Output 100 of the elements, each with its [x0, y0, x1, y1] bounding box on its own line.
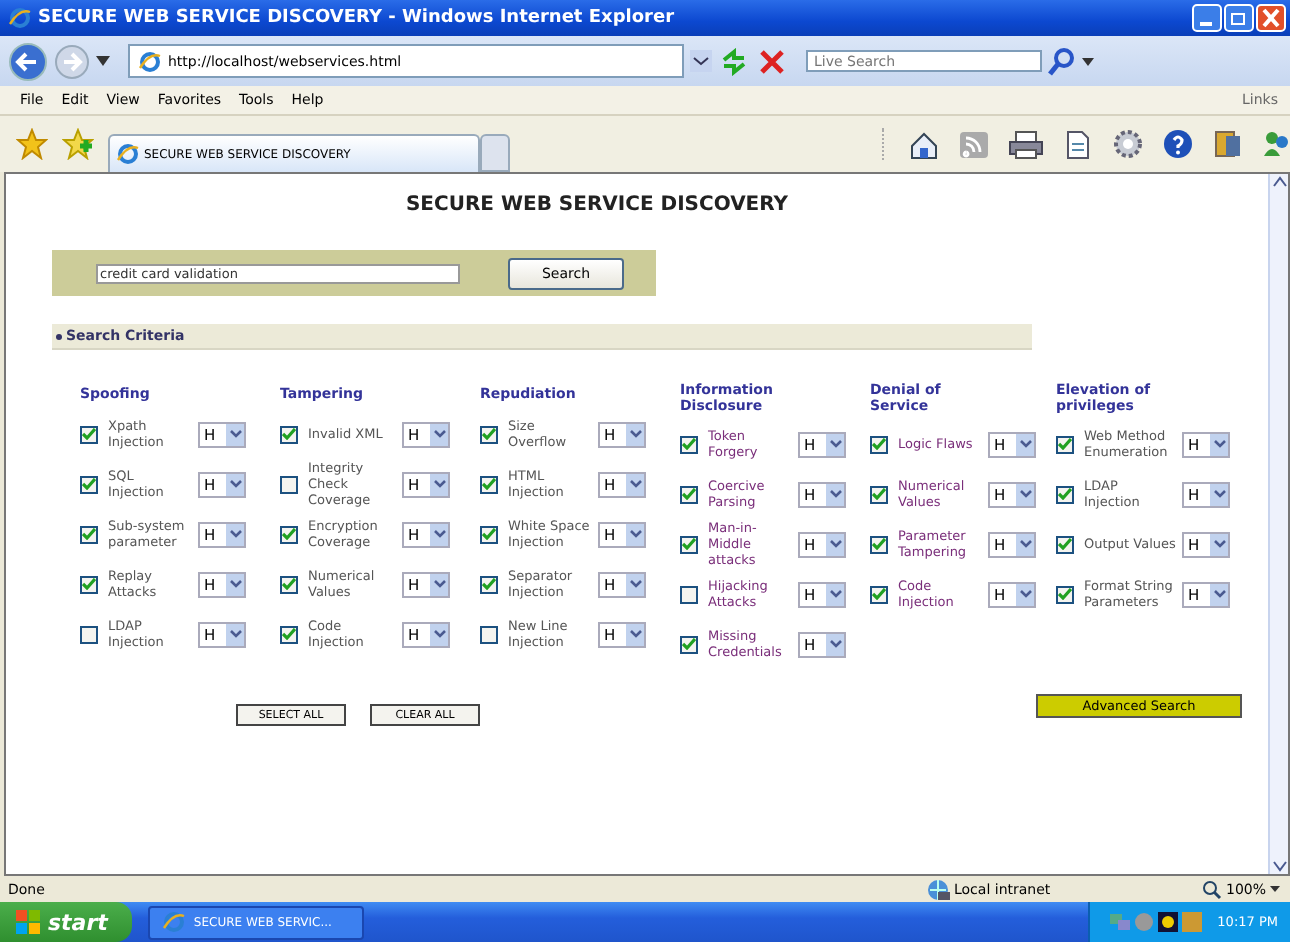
checkmark-icon — [282, 578, 296, 590]
checkbox[interactable] — [680, 635, 698, 653]
caret-icon — [433, 430, 445, 438]
checkbox[interactable] — [1056, 585, 1074, 603]
checkmark-icon — [682, 438, 696, 450]
caret-icon — [629, 480, 641, 488]
page-menu-icon[interactable] — [1062, 129, 1094, 159]
caret-icon — [1213, 440, 1225, 448]
caret-icon — [1213, 540, 1225, 548]
caret-icon — [829, 640, 841, 648]
caret-icon — [829, 540, 841, 548]
checkbox[interactable] — [280, 625, 298, 643]
caret-icon — [433, 630, 445, 638]
scroll-down-icon[interactable] — [1271, 858, 1287, 874]
checkbox[interactable] — [1056, 535, 1074, 553]
home-icon[interactable] — [908, 129, 940, 159]
printer-icon[interactable] — [1008, 129, 1044, 159]
caret-icon — [229, 530, 241, 538]
checkbox[interactable] — [870, 435, 888, 453]
checkbox[interactable] — [280, 525, 298, 543]
checkmark-icon — [682, 638, 696, 650]
dropdown-icon[interactable] — [96, 56, 110, 66]
caret-icon — [629, 580, 641, 588]
caret-icon — [1213, 590, 1225, 598]
checkbox[interactable] — [80, 525, 98, 543]
checkbox[interactable] — [680, 535, 698, 553]
checkmark-icon — [1058, 438, 1072, 450]
dropdown-icon[interactable] — [690, 50, 712, 72]
tray-app-icon[interactable] — [1157, 912, 1178, 932]
checkbox[interactable] — [480, 475, 498, 493]
globe-icon[interactable] — [926, 877, 950, 901]
checkbox[interactable] — [80, 575, 98, 593]
checkbox[interactable] — [680, 485, 698, 503]
checkmark-icon — [482, 578, 496, 590]
checkbox[interactable] — [480, 575, 498, 593]
checkmark-icon — [82, 478, 96, 490]
checkmark-icon — [282, 528, 296, 540]
zoom-icon[interactable] — [1202, 879, 1222, 899]
checkbox[interactable] — [480, 525, 498, 543]
checkbox[interactable] — [870, 485, 888, 503]
checkmark-icon — [282, 628, 296, 640]
checkbox[interactable] — [1056, 435, 1074, 453]
checkbox[interactable] — [870, 585, 888, 603]
scrollbar[interactable] — [1268, 174, 1288, 874]
caret-icon — [229, 430, 241, 438]
back-icon[interactable] — [8, 41, 48, 81]
caret-icon — [829, 490, 841, 498]
dropdown-icon[interactable] — [1270, 886, 1281, 892]
caret-icon — [229, 630, 241, 638]
dropdown-icon[interactable] — [1082, 57, 1094, 65]
caret-icon — [433, 530, 445, 538]
browser-logo-icon[interactable] — [8, 6, 32, 30]
caret-icon — [229, 480, 241, 488]
checkmark-icon — [682, 538, 696, 550]
stop-icon[interactable] — [756, 47, 788, 75]
checkbox[interactable] — [280, 575, 298, 593]
window-title: SECURE WEB SERVICE DISCOVERY - Windows Internet Explorer — [38, 8, 675, 28]
page-heading: SECURE WEB SERVICE DISCOVERY — [403, 194, 791, 216]
checkbox[interactable] — [1056, 485, 1074, 503]
checkmark-icon — [482, 428, 496, 440]
checkmark-icon — [82, 578, 96, 590]
caret-icon — [1019, 540, 1031, 548]
checkbox[interactable] — [680, 585, 698, 603]
caret-icon — [629, 630, 641, 638]
scroll-up-icon[interactable] — [1271, 174, 1287, 190]
add-favorite-icon[interactable] — [62, 128, 94, 160]
checkbox[interactable] — [280, 425, 298, 443]
star-icon[interactable] — [16, 128, 48, 160]
caret-icon — [629, 530, 641, 538]
caret-icon — [433, 580, 445, 588]
page-icon[interactable] — [116, 142, 140, 166]
checkmark-icon — [872, 438, 886, 450]
restore-icon[interactable] — [1224, 4, 1254, 32]
checkbox[interactable] — [80, 425, 98, 443]
gear-icon[interactable] — [1112, 128, 1144, 160]
checkbox[interactable] — [870, 535, 888, 553]
caret-icon — [229, 580, 241, 588]
caret-icon — [433, 480, 445, 488]
bullet-icon[interactable] — [56, 333, 62, 339]
checkmark-icon — [482, 478, 496, 490]
messenger-icon[interactable] — [1262, 128, 1290, 160]
caret-icon — [1019, 590, 1031, 598]
search-icon[interactable] — [1048, 47, 1076, 75]
research-icon[interactable] — [1212, 128, 1244, 160]
checkmark-icon — [1058, 538, 1072, 550]
checkbox[interactable] — [480, 625, 498, 643]
minimize-icon[interactable] — [1192, 4, 1222, 32]
checkmark-icon — [872, 488, 886, 500]
caret-icon — [629, 430, 641, 438]
checkbox[interactable] — [80, 475, 98, 493]
checkbox[interactable] — [680, 435, 698, 453]
checkmark-icon — [872, 538, 886, 550]
caret-icon — [1019, 440, 1031, 448]
close-icon[interactable] — [1256, 4, 1286, 32]
checkbox[interactable] — [80, 625, 98, 643]
checkmark-icon — [682, 488, 696, 500]
checkbox[interactable] — [480, 425, 498, 443]
help-icon[interactable] — [1162, 128, 1194, 160]
checkbox[interactable] — [280, 475, 298, 493]
page-icon[interactable] — [138, 49, 162, 73]
